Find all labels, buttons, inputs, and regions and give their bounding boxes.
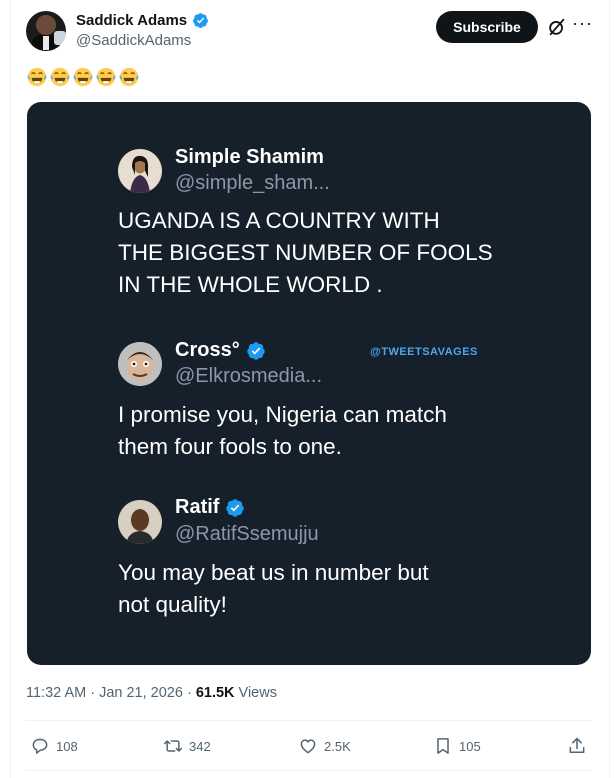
tweet-1-text: UGANDA IS A COUNTRY WITH THE BIGGEST NUM… <box>118 208 493 297</box>
cross-avatar <box>118 342 162 386</box>
tweet-1-author-name: Simple Shamim <box>175 146 324 168</box>
heart-icon <box>300 739 316 754</box>
tweet-1-author-handle: @simple_sham... <box>175 172 330 194</box>
divider-bottom <box>26 770 592 771</box>
subscribe-button[interactable]: Subscribe <box>436 11 538 43</box>
tweet-2-author-name-text: Cross° <box>175 339 240 361</box>
author-name-row[interactable]: Saddick Adams <box>76 12 209 29</box>
more-options-icon[interactable]: ··· <box>572 14 593 32</box>
tweet-3-author-handle: @RatifSsemujju <box>175 523 319 545</box>
views-label: Views <box>234 685 277 701</box>
tears-of-joy-emoji-icon <box>73 67 93 87</box>
post-meta: 11:32 AM · Jan 21, 2026 · 61.5K Views <box>26 685 277 701</box>
repost-button[interactable]: 342 <box>163 733 211 759</box>
share-icon <box>569 737 585 753</box>
ratif-avatar <box>118 500 162 544</box>
repost-icon <box>163 740 183 752</box>
tweet-3-author-name-text: Ratif <box>175 496 220 518</box>
tears-of-joy-emoji-icon <box>119 67 139 87</box>
tweet-2-author-name: Cross° <box>175 339 266 362</box>
action-bar: 108 342 2.5K 105 <box>26 733 592 759</box>
tears-of-joy-emoji-icon <box>27 67 47 87</box>
bookmark-button[interactable]: 105 <box>433 733 481 759</box>
grok-icon[interactable] <box>546 16 568 38</box>
divider-top <box>26 720 592 721</box>
repost-count: 342 <box>189 738 211 754</box>
post-timestamp[interactable]: 11:32 AM · Jan 21, 2026 · <box>26 685 196 701</box>
verified-badge-icon <box>193 13 209 28</box>
post-media-image[interactable]: Simple Shamim @simple_sham... UGANDA IS … <box>27 102 591 665</box>
verified-badge-icon <box>226 498 245 517</box>
tweet-3-text: You may beat us in number but not qualit… <box>118 560 429 617</box>
reply-button[interactable]: 108 <box>30 733 78 759</box>
reply-count: 108 <box>56 738 78 754</box>
bookmark-count: 105 <box>459 738 481 754</box>
tweet-3-author-name: Ratif <box>175 496 245 519</box>
bookmark-icon <box>437 738 449 754</box>
reply-icon <box>32 738 48 754</box>
tears-of-joy-emoji-icon <box>50 67 70 87</box>
author-display-name[interactable]: Saddick Adams <box>76 12 187 29</box>
verified-badge-icon <box>246 341 265 360</box>
watermark-text: @TWEETSAVAGES <box>370 346 478 358</box>
tweet-2-text: I promise you, Nigeria can match them fo… <box>118 402 447 459</box>
share-button[interactable] <box>567 733 587 759</box>
simple-shamim-avatar <box>118 149 162 193</box>
tweet-2-author-handle: @Elkrosmedia... <box>175 365 323 387</box>
like-count: 2.5K <box>324 738 351 754</box>
post-text <box>26 66 140 88</box>
views-count: 61.5K <box>195 685 235 701</box>
author-avatar[interactable] <box>26 11 66 51</box>
author-handle[interactable]: @SaddickAdams <box>76 32 191 49</box>
tears-of-joy-emoji-icon <box>96 67 116 87</box>
like-button[interactable]: 2.5K <box>298 733 351 759</box>
